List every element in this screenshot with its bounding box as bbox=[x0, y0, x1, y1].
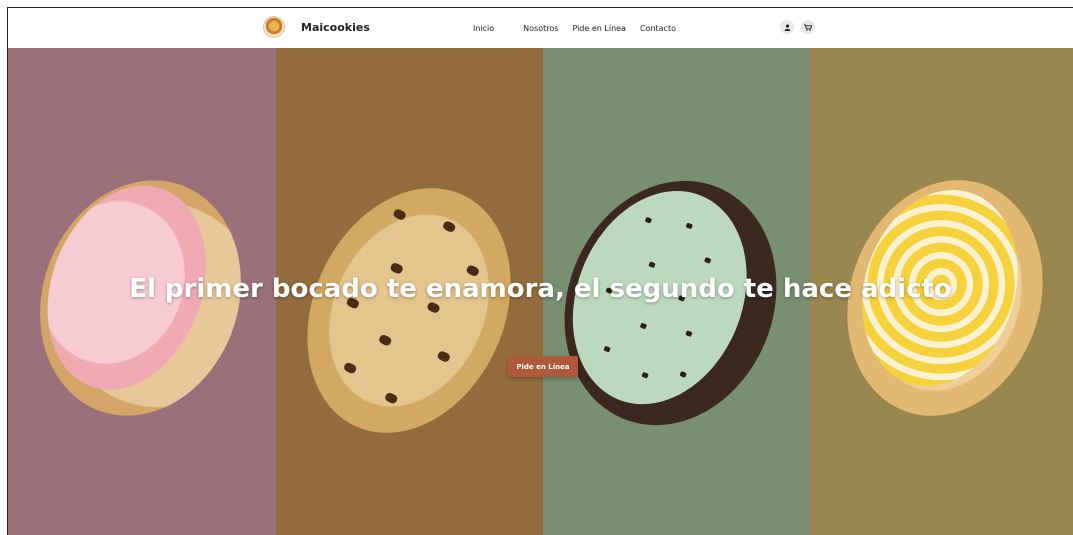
nav-contacto[interactable]: Contacto bbox=[640, 24, 676, 33]
hero-section: El primer bocado te enamora, el segundo … bbox=[8, 48, 1073, 535]
cookie-logo-icon bbox=[263, 16, 285, 38]
cart-icon[interactable] bbox=[801, 20, 815, 34]
hero-headline: El primer bocado te enamora, el segundo … bbox=[129, 274, 952, 304]
chocolate-chip-cookie-image bbox=[276, 154, 543, 467]
nav-inicio[interactable]: Inicio bbox=[473, 24, 494, 33]
page-frame: Maicookies Inicio Nosotros Pide en Línea… bbox=[7, 7, 1073, 535]
user-icon[interactable] bbox=[780, 20, 794, 34]
brand-name[interactable]: Maicookies bbox=[301, 21, 370, 34]
nav-nosotros[interactable]: Nosotros bbox=[523, 24, 558, 33]
order-online-button[interactable]: Pide en Línea bbox=[508, 356, 578, 377]
nav-pide-en-linea[interactable]: Pide en Línea bbox=[572, 24, 626, 33]
main-nav: Inicio Nosotros Pide en Línea Contacto bbox=[473, 8, 690, 48]
site-header: Maicookies Inicio Nosotros Pide en Línea… bbox=[8, 8, 1073, 49]
logo[interactable]: Maicookies bbox=[263, 16, 370, 38]
header-icons bbox=[780, 20, 815, 34]
